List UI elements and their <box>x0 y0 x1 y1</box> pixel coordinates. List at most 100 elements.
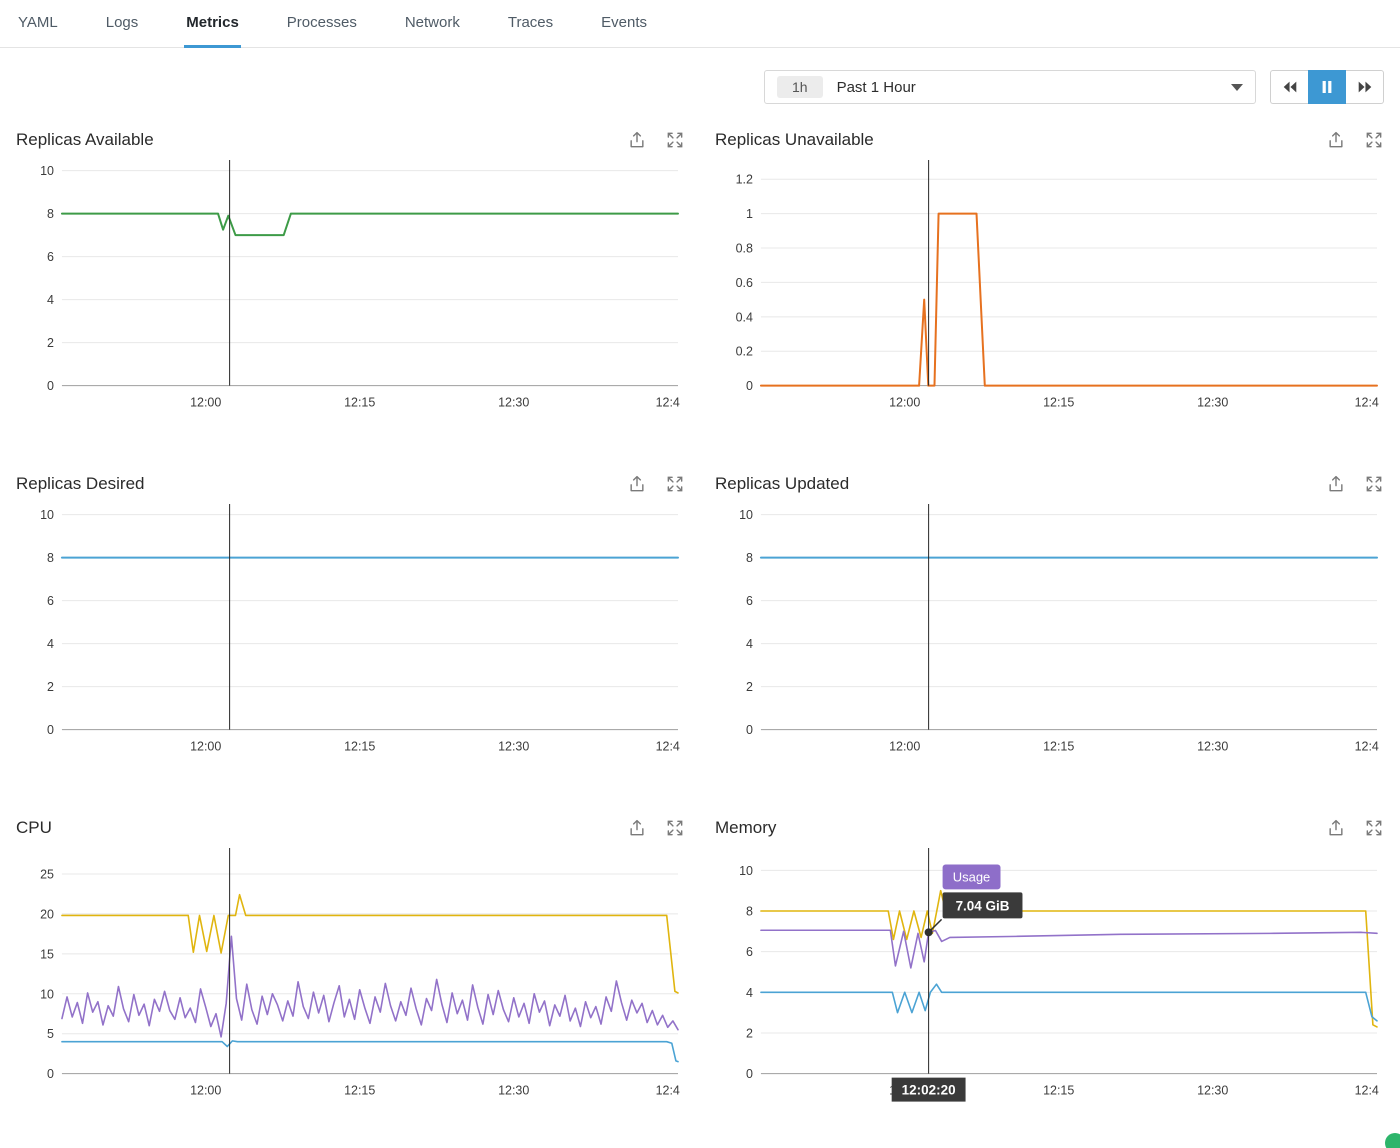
chart-card: Memory024681012:0012:1512:3012:4Usage7.0… <box>715 818 1384 1110</box>
export-icon[interactable] <box>627 130 647 150</box>
pause-button[interactable] <box>1308 70 1346 104</box>
fast-forward-icon <box>1356 80 1374 94</box>
export-icon[interactable] <box>627 818 647 838</box>
export-icon[interactable] <box>1326 818 1346 838</box>
svg-text:6: 6 <box>746 945 753 959</box>
svg-text:12:15: 12:15 <box>344 740 375 754</box>
charts-grid: Replicas Available024681012:0012:1512:30… <box>0 104 1400 1148</box>
svg-text:12:4: 12:4 <box>656 740 680 754</box>
svg-text:12:15: 12:15 <box>1043 740 1074 754</box>
pause-icon <box>1320 80 1334 94</box>
svg-text:0: 0 <box>746 379 753 393</box>
tab-events[interactable]: Events <box>599 0 649 48</box>
chart-card: Replicas Updated 0 2 4 6 8 10 12:00 12:15 12:30 12… <box>715 474 1384 766</box>
svg-text:12:4: 12:4 <box>656 1084 680 1098</box>
svg-text:4: 4 <box>47 637 54 651</box>
svg-text:Usage: Usage <box>953 869 991 884</box>
svg-text:12:00: 12:00 <box>889 740 920 754</box>
svg-text:12:00: 12:00 <box>190 1084 221 1098</box>
svg-text:12:4: 12:4 <box>656 396 680 410</box>
chart-plot: 024681012:0012:1512:3012:4Usage7.04 GiB1… <box>715 842 1384 1104</box>
chart-card: Replicas Available024681012:0012:1512:30… <box>16 130 685 422</box>
chevron-down-icon <box>1231 84 1243 91</box>
svg-text:1.2: 1.2 <box>736 173 753 187</box>
fast-forward-button[interactable] <box>1346 70 1384 104</box>
svg-text:8: 8 <box>746 551 753 565</box>
svg-text:12:4: 12:4 <box>1355 1084 1379 1098</box>
svg-text:12:15: 12:15 <box>1043 396 1074 410</box>
svg-text:12:15: 12:15 <box>344 396 375 410</box>
svg-text:0: 0 <box>746 1067 753 1081</box>
svg-text:8: 8 <box>746 904 753 918</box>
export-icon[interactable] <box>1326 474 1346 494</box>
expand-icon[interactable] <box>1364 130 1384 150</box>
svg-text:6: 6 <box>47 594 54 608</box>
svg-text:20: 20 <box>40 907 54 921</box>
expand-icon[interactable] <box>1364 474 1384 494</box>
chart-title: Replicas Available <box>16 130 609 150</box>
svg-text:15: 15 <box>40 947 54 961</box>
svg-text:12:00: 12:00 <box>190 396 221 410</box>
svg-text:12:15: 12:15 <box>344 1084 375 1098</box>
svg-text:10: 10 <box>739 508 753 522</box>
svg-text:6: 6 <box>746 594 753 608</box>
svg-text:12:30: 12:30 <box>498 1084 529 1098</box>
svg-text:10: 10 <box>40 987 54 1001</box>
svg-text:0: 0 <box>47 1067 54 1081</box>
expand-icon[interactable] <box>665 818 685 838</box>
svg-text:12:30: 12:30 <box>1197 740 1228 754</box>
svg-text:0.6: 0.6 <box>736 276 753 290</box>
svg-text:0.4: 0.4 <box>736 310 753 324</box>
expand-icon[interactable] <box>665 474 685 494</box>
svg-text:12:30: 12:30 <box>498 740 529 754</box>
svg-text:10: 10 <box>40 508 54 522</box>
export-icon[interactable] <box>627 474 647 494</box>
svg-text:2: 2 <box>47 336 54 350</box>
chart-title: Replicas Updated <box>715 474 1308 494</box>
chart-plot: 024681012:0012:1512:3012:4 <box>16 498 685 760</box>
range-badge: 1h <box>777 76 823 98</box>
tab-network[interactable]: Network <box>403 0 462 48</box>
tab-traces[interactable]: Traces <box>506 0 555 48</box>
time-controls: 1h Past 1 Hour <box>16 70 1384 104</box>
tab-yaml[interactable]: YAML <box>16 0 60 48</box>
tab-logs[interactable]: Logs <box>104 0 141 48</box>
svg-text:8: 8 <box>47 207 54 221</box>
svg-text:12:30: 12:30 <box>1197 1084 1228 1098</box>
svg-text:0.8: 0.8 <box>736 242 753 256</box>
svg-text:12:30: 12:30 <box>1197 396 1228 410</box>
tab-processes[interactable]: Processes <box>285 0 359 48</box>
chart-plot: 051015202512:0012:1512:3012:4 <box>16 842 685 1104</box>
rewind-button[interactable] <box>1270 70 1308 104</box>
expand-icon[interactable] <box>665 130 685 150</box>
svg-text:4: 4 <box>746 637 753 651</box>
chat-widget-icon[interactable] <box>1385 1133 1400 1148</box>
expand-icon[interactable] <box>1364 818 1384 838</box>
svg-text:25: 25 <box>40 867 54 881</box>
svg-text:0: 0 <box>47 379 54 393</box>
chart-title: CPU <box>16 818 609 838</box>
chart-title: Replicas Desired <box>16 474 609 494</box>
svg-text:10: 10 <box>40 164 54 178</box>
chart-title: Memory <box>715 818 1308 838</box>
range-label: Past 1 Hour <box>837 79 1217 96</box>
chart-card: CPU051015202512:0012:1512:3012:4 <box>16 818 685 1110</box>
svg-text:0: 0 <box>47 723 54 737</box>
chart-title: Replicas Unavailable <box>715 130 1308 150</box>
svg-text:10: 10 <box>739 864 753 878</box>
svg-text:0: 0 <box>746 723 753 737</box>
svg-text:12:4: 12:4 <box>1355 740 1379 754</box>
svg-text:4: 4 <box>47 293 54 307</box>
svg-text:12:4: 12:4 <box>1355 396 1379 410</box>
svg-text:2: 2 <box>47 680 54 694</box>
time-range-dropdown[interactable]: 1h Past 1 Hour <box>764 70 1256 104</box>
svg-text:1: 1 <box>746 207 753 221</box>
rewind-icon <box>1281 80 1299 94</box>
tab-metrics[interactable]: Metrics <box>184 0 241 48</box>
svg-text:12:02:20: 12:02:20 <box>902 1083 956 1098</box>
tab-bar: YAML Logs Metrics Processes Network Traces Eve… <box>0 0 1400 48</box>
svg-text:12:00: 12:00 <box>889 396 920 410</box>
export-icon[interactable] <box>1326 130 1346 150</box>
playback-controls <box>1270 70 1384 104</box>
svg-text:2: 2 <box>746 680 753 694</box>
